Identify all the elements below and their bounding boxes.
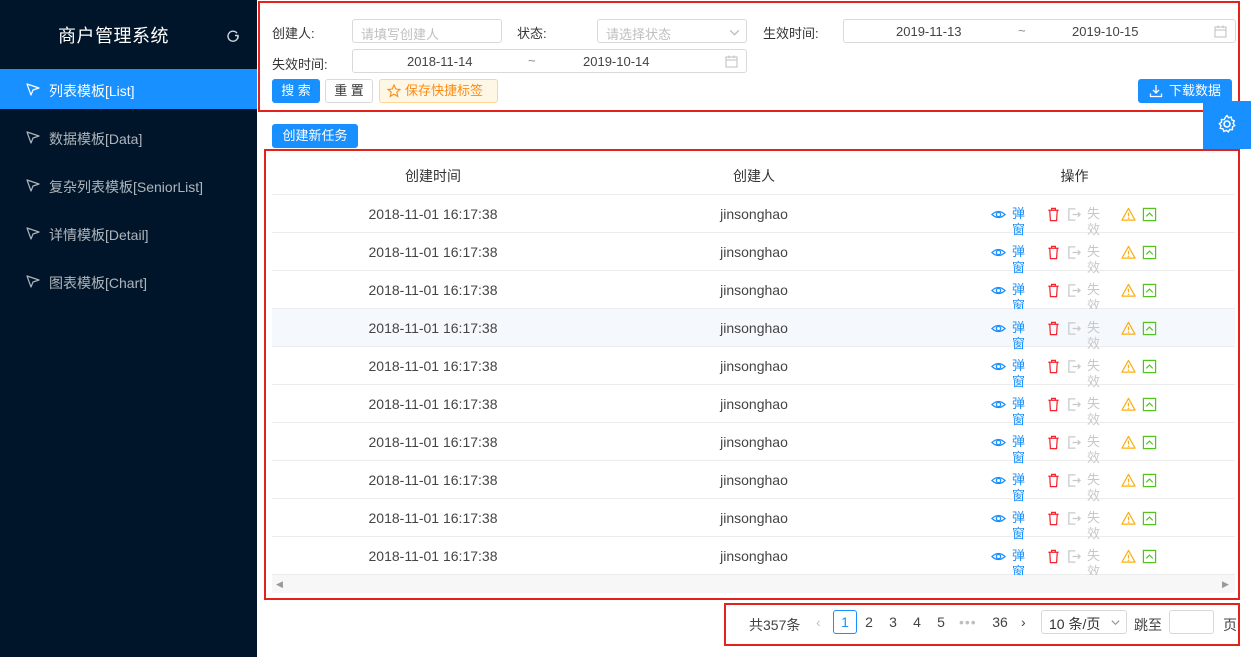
app-root: 商户管理系统 列表模板[List] 数据模板[Data] 复杂列表模板[Senior… [0,0,1251,657]
settings-tab[interactable] [1203,101,1251,149]
highlight-box-table [264,149,1240,600]
gear-icon [1218,114,1236,133]
paper-plane-icon [26,83,40,96]
create-task-button[interactable]: 创建新任务 [272,124,358,148]
logo-row: 商户管理系统 [0,0,257,68]
sidebar-item-label: 数据模板[Data] [49,131,143,147]
paper-plane-icon [26,275,40,288]
sidebar-item-label: 复杂列表模板[SeniorList] [49,179,204,195]
sidebar-item-label: 列表模板[List] [49,83,135,99]
paper-plane-icon [26,131,40,144]
sidebar-item-detail[interactable]: 详情模板[Detail] [0,213,257,253]
sidebar-item-label: 图表模板[Chart] [49,275,148,291]
sidebar-item-senior-list[interactable]: 复杂列表模板[SeniorList] [0,165,257,205]
paper-plane-icon [26,227,40,240]
sidebar-item-label: 详情模板[Detail] [49,227,149,243]
app-title: 商户管理系统 [58,26,169,46]
sidebar: 商户管理系统 列表模板[List] 数据模板[Data] 复杂列表模板[Senior… [0,0,257,657]
sidebar-item-chart[interactable]: 图表模板[Chart] [0,261,257,301]
sidebar-item-data[interactable]: 数据模板[Data] [0,117,257,157]
highlight-box-pagination [724,603,1240,646]
highlight-box-filters [258,1,1240,112]
paper-plane-icon [26,179,40,192]
collapse-icon[interactable] [226,29,240,43]
sidebar-item-list[interactable]: 列表模板[List] [0,69,257,109]
sidebar-menu: 列表模板[List] 数据模板[Data] 复杂列表模板[SeniorList] 详情… [0,69,257,309]
